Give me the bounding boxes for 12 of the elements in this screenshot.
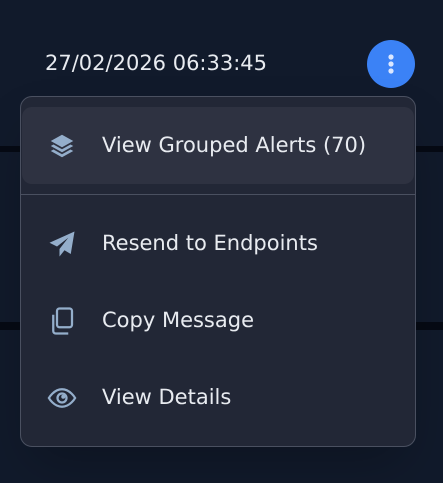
paper-plane-icon (47, 228, 77, 258)
more-options-icon (388, 54, 394, 74)
menu-item[interactable]: Resend to Endpoints (22, 205, 414, 282)
menu-item-label: View Details (102, 384, 232, 411)
more-options-button[interactable] (367, 40, 415, 88)
menu-item-label: Copy Message (102, 306, 254, 334)
menu-item-label: View Grouped Alerts (70) (102, 132, 366, 159)
timestamp: 27/02/2026 06:33:45 (45, 50, 268, 78)
menu-item-label: Resend to Endpoints (102, 230, 318, 257)
menu-item[interactable]: View Details (22, 359, 414, 436)
menu-item[interactable]: View Grouped Alerts (70) (22, 107, 414, 184)
menu-item[interactable]: Copy Message (22, 282, 414, 359)
